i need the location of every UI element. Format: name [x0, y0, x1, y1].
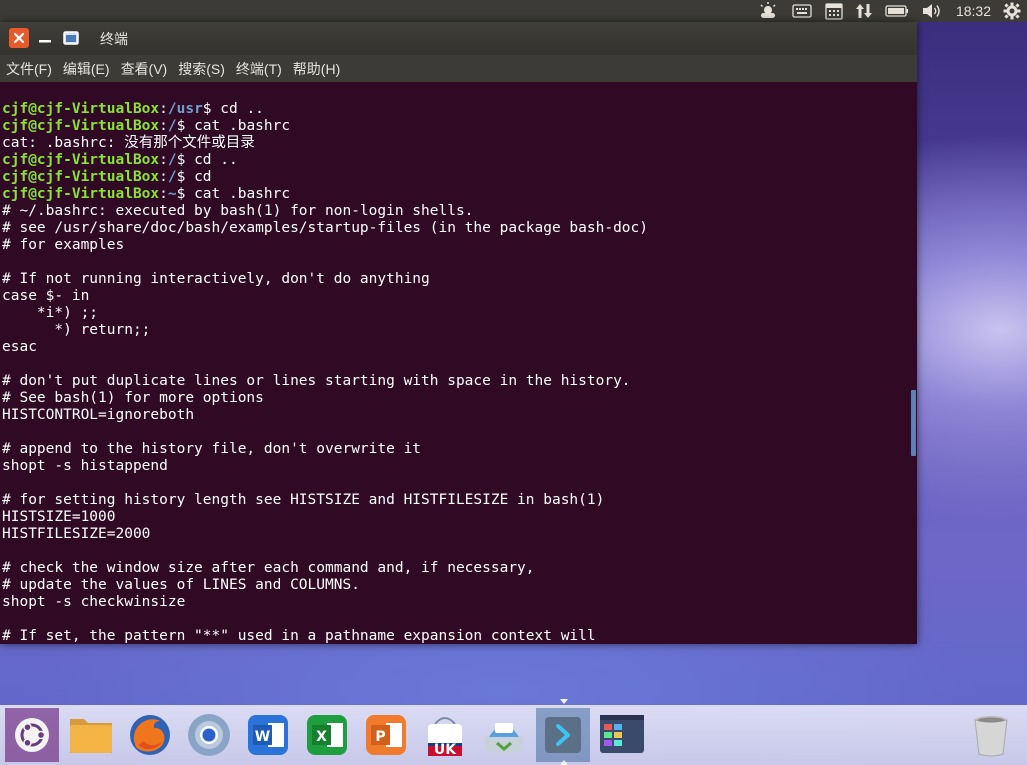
wps-presentation-icon[interactable]: P: [359, 708, 413, 762]
terminal-output-line: # ~/.bashrc: executed by bash(1) for non…: [2, 203, 474, 219]
terminal-output-line: # If set, the pattern "**" used in a pat…: [2, 628, 596, 644]
terminal-output-line: # update the values of LINES and COLUMNS…: [2, 577, 360, 593]
svg-text:P: P: [375, 729, 385, 745]
clock[interactable]: 18:32: [956, 3, 991, 19]
calendar-icon[interactable]: [825, 0, 843, 22]
terminal-output-line: *) return;;: [2, 322, 151, 338]
terminal-window: 终端 文件(F) 编辑(E) 查看(V) 搜索(S) 终端(T) 帮助(H) c…: [0, 22, 917, 644]
menu-terminal[interactable]: 终端(T): [230, 59, 287, 79]
minimize-icon: [39, 40, 51, 43]
network-updown-icon[interactable]: [855, 0, 872, 22]
terminal-output-line: shopt -s histappend: [2, 458, 168, 474]
menu-search[interactable]: 搜索(S): [172, 59, 230, 79]
close-icon: [13, 32, 25, 44]
terminal-output-line: # See bash(1) for more options: [2, 390, 264, 406]
workspace-switcher-icon[interactable]: [595, 708, 649, 762]
terminal-output-line: HISTFILESIZE=2000: [2, 526, 151, 542]
prompt-user-host: cjf@cjf-VirtualBox: [2, 118, 160, 134]
svg-text:X: X: [316, 729, 327, 745]
gear-icon[interactable]: [1003, 0, 1021, 22]
files-icon[interactable]: [64, 708, 118, 762]
prompt-path: /usr: [167, 101, 203, 117]
prompt-command: $ cat .bashrc: [176, 118, 291, 134]
svg-text:W: W: [255, 729, 270, 745]
terminal-scrollbar[interactable]: [909, 82, 917, 644]
active-app-indicator: [560, 699, 568, 704]
prompt-path: /: [167, 152, 177, 168]
volume-icon[interactable]: [922, 0, 942, 22]
terminal-prompt-line: cjf@cjf-VirtualBox:/$ cd ..: [2, 152, 238, 168]
terminal-prompt-line: cjf@cjf-VirtualBox:/$ cd: [2, 169, 212, 185]
window-titlebar[interactable]: 终端: [0, 22, 917, 55]
terminal-output-line: # don't put duplicate lines or lines sta…: [2, 373, 631, 389]
terminal-output-line: HISTSIZE=1000: [2, 509, 116, 525]
system-tray: 18:32: [744, 0, 1027, 22]
prompt-command: $ cd ..: [176, 152, 238, 168]
chromium-icon[interactable]: [182, 708, 236, 762]
software-updater-icon[interactable]: [477, 708, 531, 762]
terminal-output-line: *i*) ;;: [2, 305, 99, 321]
battery-icon[interactable]: [885, 0, 909, 22]
trash-icon[interactable]: [964, 708, 1018, 762]
terminal-output-line: esac: [2, 339, 37, 355]
menu-edit[interactable]: 编辑(E): [57, 59, 115, 79]
wps-spreadsheet-icon[interactable]: X: [300, 708, 354, 762]
prompt-user-host: cjf@cjf-VirtualBox: [2, 101, 160, 117]
prompt-command: $ cat .bashrc: [176, 186, 291, 202]
software-center-label: UK: [434, 742, 457, 758]
terminal-output-line: HISTCONTROL=ignoreboth: [2, 407, 195, 423]
top-panel: 18:32: [0, 0, 1027, 22]
weather-icon[interactable]: [757, 0, 779, 22]
prompt-command: $ cd ..: [202, 101, 264, 117]
wps-writer-icon[interactable]: W: [241, 708, 295, 762]
dock: W X P UK: [0, 705, 1027, 765]
terminal-output-line: # check the window size after each comma…: [2, 560, 535, 576]
menu-file[interactable]: 文件(F): [0, 59, 57, 79]
terminal-output-line: shopt -s checkwinsize: [2, 594, 186, 610]
terminal-prompt-line: cjf@cjf-VirtualBox:/$ cat .bashrc: [2, 118, 291, 134]
scrollbar-thumb[interactable]: [911, 390, 916, 456]
terminal-output[interactable]: cjf@cjf-VirtualBox:/usr$ cd .. cjf@cjf-Vi…: [0, 82, 909, 644]
firefox-icon[interactable]: [123, 708, 177, 762]
terminal-output-line: cat: .bashrc: 没有那个文件或目录: [2, 135, 255, 151]
window-title: 终端: [100, 31, 128, 47]
menu-view[interactable]: 查看(V): [115, 59, 173, 79]
ubuntu-launcher-icon[interactable]: [5, 708, 59, 762]
minimize-button[interactable]: [35, 28, 55, 48]
terminal-prompt-line: cjf@cjf-VirtualBox:/usr$ cd ..: [2, 101, 264, 117]
menu-help[interactable]: 帮助(H): [287, 59, 345, 79]
terminal-prompt-line: cjf@cjf-VirtualBox:~$ cat .bashrc: [2, 186, 291, 202]
terminal-output-line: # append to the history file, don't over…: [2, 441, 422, 457]
prompt-user-host: cjf@cjf-VirtualBox: [2, 169, 160, 185]
terminal-output-line: # see /usr/share/doc/bash/examples/start…: [2, 220, 649, 236]
close-button[interactable]: [9, 28, 29, 48]
active-app-indicator-bottom: [560, 760, 568, 765]
prompt-path: /: [167, 169, 177, 185]
menu-bar: 文件(F) 编辑(E) 查看(V) 搜索(S) 终端(T) 帮助(H): [0, 55, 917, 82]
prompt-user-host: cjf@cjf-VirtualBox: [2, 186, 160, 202]
prompt-user-host: cjf@cjf-VirtualBox: [2, 152, 160, 168]
prompt-path: ~: [167, 186, 177, 202]
terminal-output-line: # If not running interactively, don't do…: [2, 271, 430, 287]
ubuntu-software-icon[interactable]: UK: [418, 708, 472, 762]
terminal-icon[interactable]: [536, 708, 590, 762]
prompt-command: $ cd: [176, 169, 212, 185]
maximize-icon: [63, 31, 79, 45]
keyboard-icon[interactable]: [792, 0, 812, 22]
terminal-text: cjf@cjf-VirtualBox:/usr$ cd .. cjf@cjf-Vi…: [2, 101, 648, 644]
terminal-output-line: # for examples: [2, 237, 125, 253]
terminal-output-line: case $- in: [2, 288, 90, 304]
terminal-output-line: # for setting history length see HISTSIZ…: [2, 492, 605, 508]
prompt-path: /: [167, 118, 177, 134]
maximize-button[interactable]: [61, 28, 81, 48]
